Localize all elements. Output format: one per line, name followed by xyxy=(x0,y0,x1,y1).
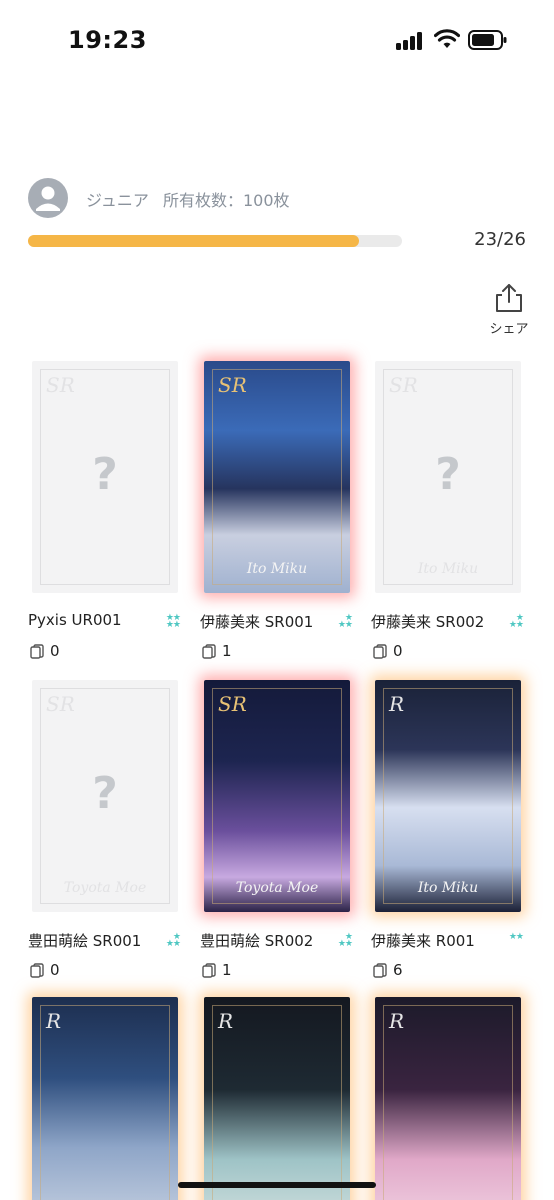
collection-card[interactable]: R xyxy=(204,997,350,1200)
card-stack-icon xyxy=(30,644,44,659)
card-rarity-mark: R xyxy=(46,1009,62,1033)
collection-card[interactable]: R xyxy=(32,997,178,1200)
card-script-name: Toyota Moe xyxy=(63,880,147,896)
card-quantity: 0 xyxy=(393,642,403,660)
card-rarity-mark: R xyxy=(389,1009,405,1033)
card-rarity-mark: SR xyxy=(218,692,247,716)
card-frame xyxy=(212,369,342,585)
card-stack-icon xyxy=(373,644,387,659)
person-icon xyxy=(36,186,60,211)
collection-card[interactable]: SR? xyxy=(32,361,178,593)
card-script-name: Ito Miku xyxy=(417,561,479,577)
card-frame xyxy=(383,688,513,904)
card-frame xyxy=(212,1005,342,1200)
collection-progress-fill xyxy=(28,235,359,247)
card-frame xyxy=(383,1005,513,1200)
card-frame xyxy=(40,1005,170,1200)
card-rarity-mark: SR xyxy=(46,373,75,397)
home-indicator xyxy=(178,1182,376,1188)
battery-icon xyxy=(468,30,507,50)
collection-card[interactable]: SR? Ito Miku xyxy=(375,361,521,593)
locked-question-icon: ? xyxy=(92,449,118,500)
rarity-stars: ★ ★★ xyxy=(337,932,353,949)
card-stack-icon xyxy=(202,644,216,659)
rarity-stars: ★★ ★★ xyxy=(165,613,181,630)
card-title: 豊田萌絵 SR001 xyxy=(28,932,142,950)
card-frame xyxy=(212,688,342,904)
collection-progress-bar xyxy=(28,235,402,247)
status-time: 19:23 xyxy=(68,26,147,54)
share-icon xyxy=(496,284,522,312)
locked-question-icon: ? xyxy=(92,768,118,819)
rarity-stars: ★★ xyxy=(508,932,524,942)
card-script-name: Toyota Moe xyxy=(235,880,319,896)
card-rarity-mark: R xyxy=(218,1009,234,1033)
card-stack-icon xyxy=(373,963,387,978)
collection-card[interactable]: R xyxy=(375,997,521,1200)
share-button[interactable]: シェア xyxy=(484,282,534,338)
card-quantity: 1 xyxy=(222,642,232,660)
card-title: 伊藤美来 SR001 xyxy=(200,613,314,631)
user-name: ジュニア xyxy=(86,191,149,210)
collection-card[interactable]: SR Toyota Moe xyxy=(204,680,350,912)
collection-card[interactable]: R Ito Miku xyxy=(375,680,521,912)
card-title: 伊藤美来 R001 xyxy=(371,932,475,950)
card-rarity-mark: SR xyxy=(389,373,418,397)
rarity-stars: ★ ★★ xyxy=(165,932,181,949)
collection-progress-label: 23/26 xyxy=(474,229,526,250)
wifi-icon xyxy=(434,29,460,48)
cellular-signal-icon xyxy=(396,32,426,50)
locked-question-icon: ? xyxy=(435,449,461,500)
card-quantity: 6 xyxy=(393,961,403,979)
rarity-stars: ★ ★★ xyxy=(337,613,353,630)
card-quantity: 1 xyxy=(222,961,232,979)
card-rarity-mark: R xyxy=(389,692,405,716)
avatar xyxy=(28,178,68,218)
card-quantity: 0 xyxy=(50,642,60,660)
card-stack-icon xyxy=(202,963,216,978)
rarity-stars: ★ ★★ xyxy=(508,613,524,630)
card-title: Pyxis UR001 xyxy=(28,611,122,629)
card-rarity-mark: SR xyxy=(218,373,247,397)
collection-card[interactable]: SR? Toyota Moe xyxy=(32,680,178,912)
card-title: 豊田萌絵 SR002 xyxy=(200,932,314,950)
card-script-name: Ito Miku xyxy=(417,880,479,896)
card-quantity: 0 xyxy=(50,961,60,979)
collection-card[interactable]: SR Ito Miku xyxy=(204,361,350,593)
share-label: シェア xyxy=(489,322,529,337)
owned-count: 所有枚数：100枚 xyxy=(163,191,290,210)
card-title: 伊藤美来 SR002 xyxy=(371,613,485,631)
card-stack-icon xyxy=(30,963,44,978)
status-bar: 19:23 xyxy=(0,0,554,80)
card-script-name: Ito Miku xyxy=(246,561,308,577)
card-rarity-mark: SR xyxy=(46,692,75,716)
